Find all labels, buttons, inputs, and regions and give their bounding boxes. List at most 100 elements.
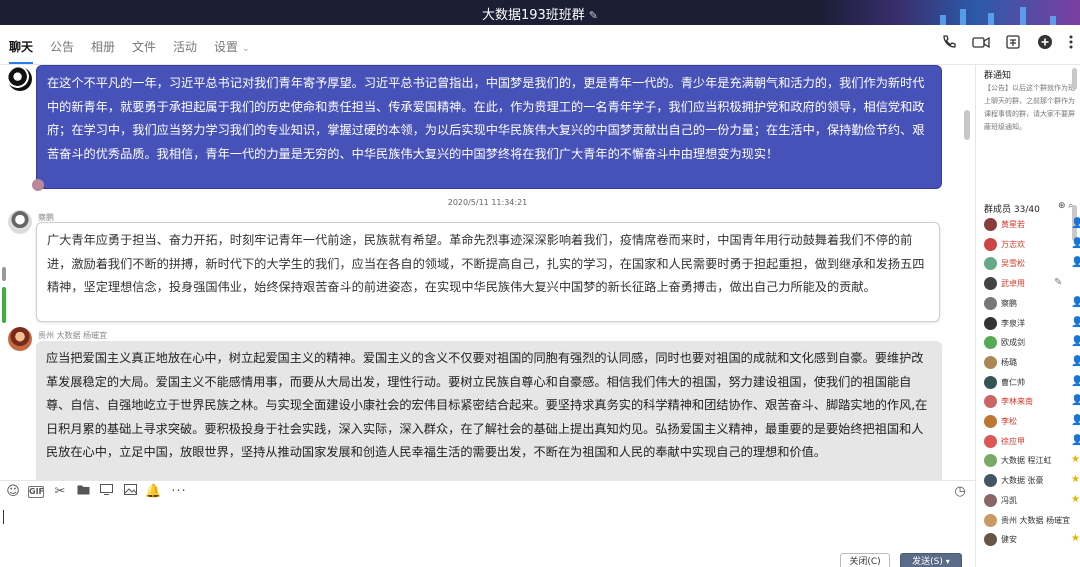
member-name: 健安	[1001, 535, 1017, 545]
notice-scrollbar[interactable]	[1072, 68, 1077, 90]
group-notice-text[interactable]: 【公告】以后这个群就作为班上聊天的群，之前那个群作为课程事情的群，请大家不要屏蔽…	[984, 82, 1076, 138]
member-avatar[interactable]	[984, 218, 997, 231]
member-avatar[interactable]	[984, 415, 997, 428]
admin-person-icon: 👤	[1071, 395, 1080, 406]
tab-album[interactable]: 相册	[91, 38, 115, 55]
member-name: 欧成剑	[1001, 338, 1025, 348]
side-indicator	[2, 287, 6, 323]
member-list-item[interactable]: 李林来南 👤	[984, 392, 1080, 412]
star-icon: ★	[1071, 454, 1080, 466]
more-icon[interactable]: ···	[168, 484, 190, 500]
member-avatar[interactable]	[984, 296, 997, 310]
member-name: 李松	[1001, 417, 1017, 426]
member-avatar[interactable]	[984, 434, 997, 448]
admin-person-icon: 👤	[1071, 415, 1080, 426]
member-avatar[interactable]	[984, 533, 997, 547]
bell-icon[interactable]: 🔔	[145, 484, 161, 500]
member-list-item[interactable]: 李泉洋 👤	[984, 314, 1080, 334]
member-name: 大数据 程江虹	[1001, 456, 1052, 466]
image-icon[interactable]	[122, 484, 138, 500]
add-circle-icon[interactable]	[1034, 34, 1056, 56]
member-name: 大数据 张豪	[1001, 476, 1044, 486]
member-list-item[interactable]: 察鹏 👤	[984, 294, 1080, 314]
member-avatar[interactable]	[984, 355, 997, 369]
message-bubble-self[interactable]: 在这个不平凡的一年，习近平总书记对我们青年寄予厚望。习近平总书记曾指出，中国梦是…	[36, 65, 942, 189]
chat-scrollbar[interactable]	[964, 110, 970, 140]
member-name: 武卓用	[1001, 279, 1025, 289]
member-list-item[interactable]: 欧成剑 👤	[984, 333, 1080, 353]
member-name: 杨璐	[1001, 357, 1017, 367]
member-avatar[interactable]	[984, 237, 997, 251]
admin-person-icon: 👤	[1071, 376, 1080, 387]
member-avatar[interactable]	[984, 336, 997, 350]
member-list-item[interactable]: 黄星若 👤	[984, 215, 1080, 235]
avatar	[32, 179, 44, 191]
chat-message-area[interactable]: 在这个不平凡的一年，习近平总书记对我们青年寄予厚望。习近平总书记曾指出，中国梦是…	[0, 65, 975, 480]
scissors-icon[interactable]: ✂	[52, 484, 68, 500]
sender-name: 贵州 大数据 杨璀宜	[38, 331, 108, 340]
member-list-item[interactable]: 万志欢 👤	[984, 235, 1080, 255]
tab-bar: 聊天 公告 相册 文件 活动 设置 ⌄	[0, 25, 1080, 65]
admin-person-icon: 👤	[1071, 356, 1080, 367]
admin-person-icon: 👤	[1071, 238, 1080, 249]
member-avatar[interactable]	[984, 493, 997, 507]
emoji-icon[interactable]: ☺	[5, 484, 21, 500]
send-button[interactable]: 发送(S) ▾	[900, 553, 962, 567]
message-bubble[interactable]: 广大青年应勇于担当、奋力开拓，时刻牢记青年一代前途，民族就有希望。革命先烈事迹深…	[36, 222, 940, 322]
member-name: 贵州 大数据 杨璀宜	[1001, 515, 1071, 525]
member-name: 徐应甲	[1001, 436, 1025, 446]
member-list-item[interactable]: 杨璐 👤	[984, 353, 1080, 373]
member-avatar[interactable]	[984, 375, 997, 389]
tab-chat[interactable]: 聊天	[9, 38, 34, 64]
member-list-item[interactable]: 武卓用 ✎	[984, 274, 1080, 294]
member-list-item[interactable]: 健安 ★	[984, 530, 1080, 550]
member-list-item[interactable]: 吴雪松 👤	[984, 254, 1080, 274]
history-clock-icon[interactable]: ◷	[952, 484, 968, 500]
admin-person-icon: 👤	[1071, 435, 1080, 446]
tab-announcement[interactable]: 公告	[50, 38, 74, 55]
member-list-item[interactable]: 曹仁帅 👤	[984, 373, 1080, 393]
screen-capture-icon[interactable]	[98, 484, 114, 500]
folder-icon[interactable]	[75, 484, 91, 500]
more-vertical-icon[interactable]	[1060, 34, 1080, 56]
member-name: 李林来南	[1001, 397, 1033, 407]
message-input[interactable]	[0, 502, 975, 567]
close-button[interactable]: 关闭(C)	[840, 553, 890, 567]
text-cursor	[3, 510, 4, 524]
avatar[interactable]	[8, 67, 32, 91]
header-banner-image	[820, 0, 1080, 25]
tab-settings[interactable]: 设置 ⌄	[214, 38, 250, 55]
edit-pen-icon[interactable]: ✎	[589, 9, 598, 22]
member-avatar[interactable]	[984, 474, 997, 488]
member-avatar[interactable]	[984, 513, 997, 527]
member-avatar[interactable]	[984, 395, 997, 409]
chevron-down-icon: ⌄	[242, 44, 250, 54]
tab-activity[interactable]: 活动	[173, 38, 197, 55]
edit-pen-icon: ✎	[1054, 277, 1063, 289]
message-bubble[interactable]: 应当把爱国主义真正地放在心中，树立起爱国主义的精神。爱国主义的含义不仅要对祖国的…	[36, 341, 942, 480]
member-avatar[interactable]	[984, 454, 997, 468]
member-avatar[interactable]	[984, 316, 997, 330]
member-list-item[interactable]: 李松 👤	[984, 412, 1080, 432]
member-avatar[interactable]	[984, 257, 997, 271]
add-member-icon[interactable]: ⊕	[1058, 201, 1066, 211]
member-list-item[interactable]: 贵州 大数据 杨璀宜	[984, 511, 1080, 531]
member-name: 吴雪松	[1001, 259, 1025, 269]
admin-person-icon: 👤	[1071, 297, 1080, 308]
member-name: 冯凯	[1001, 495, 1017, 505]
member-list-item[interactable]: 徐应甲 👤	[984, 432, 1080, 452]
gif-icon[interactable]: GIF	[28, 486, 44, 498]
send-options-chevron-icon[interactable]: ▾	[946, 557, 950, 566]
phone-icon[interactable]	[938, 34, 960, 56]
screen-share-icon[interactable]	[1002, 34, 1024, 56]
admin-person-icon: 👤	[1071, 218, 1080, 229]
admin-person-icon: 👤	[1071, 257, 1080, 268]
member-list-item[interactable]: 大数据 张豪 ★	[984, 471, 1080, 491]
member-list-item[interactable]: 大数据 程江虹 ★	[984, 451, 1080, 471]
tab-files[interactable]: 文件	[132, 38, 156, 55]
avatar[interactable]	[8, 327, 32, 351]
member-list-item[interactable]: 冯凯 ★	[984, 491, 1080, 511]
video-call-icon[interactable]	[970, 34, 992, 56]
member-avatar[interactable]	[984, 277, 997, 291]
avatar[interactable]	[8, 210, 32, 234]
